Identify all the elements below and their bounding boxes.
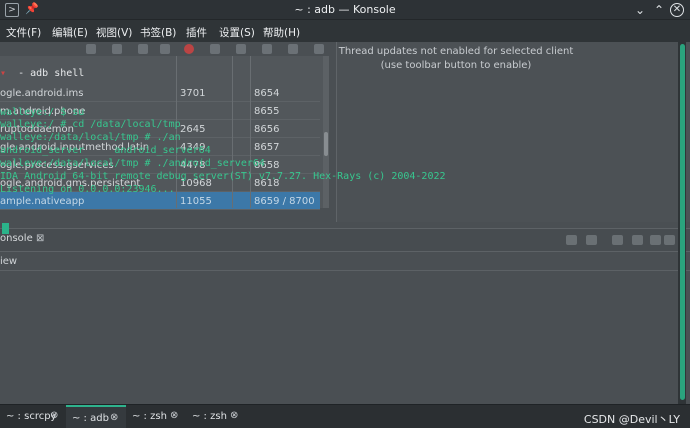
title-bar: > 📌 ~ : adb — Konsole ⌄ ⌃ ✕ xyxy=(0,0,690,20)
session-tab-label: ~ : zsh xyxy=(192,411,227,422)
session-tab[interactable]: ~ : zsh ⊗ xyxy=(186,405,246,428)
menu-bar: 文件(F) 编辑(E) 视图(V) 书签(B) 插件 设置(S) 帮助(H) xyxy=(0,21,690,42)
terminal-output[interactable]: ▾ - adb shell walleye:/ $ su walleye:/ # … xyxy=(0,42,670,248)
terminal-cursor-line xyxy=(0,222,670,236)
divider xyxy=(0,270,690,271)
session-tab-label: ~ : adb xyxy=(72,413,109,424)
window-title: ~ : adb — Konsole xyxy=(294,3,396,16)
terminal-tab-title: - adb shell xyxy=(18,67,85,79)
close-tab-icon[interactable]: ⊗ xyxy=(110,412,118,423)
terminal-line: walleye:/data/local/tmp # ./an xyxy=(0,132,181,144)
terminal-line: android_server android_server64 xyxy=(0,145,211,157)
terminal-line: walleye:/ $ su xyxy=(0,106,85,118)
terminal-tab-title-line: ▾ - adb shell xyxy=(0,67,85,79)
close-tab-icon[interactable]: ⊗ xyxy=(170,410,178,421)
watermark: CSDN @Devil丶LY xyxy=(583,413,680,426)
session-tab[interactable]: ~ : scrcpy ⊗ xyxy=(0,405,66,428)
terminal-line: walleye:/ # cd /data/local/tmp xyxy=(0,119,181,131)
terminal-cursor xyxy=(2,222,9,234)
session-tab[interactable]: ~ : adb ⊗ xyxy=(66,405,126,428)
view-label: iew xyxy=(0,256,18,267)
terminal-line: Listening on 0.0.0.0:23946... xyxy=(0,183,175,195)
menu-item[interactable]: 插件 xyxy=(186,25,207,40)
menu-item[interactable]: 文件(F) xyxy=(6,25,41,40)
minimize-chevron-icon[interactable]: ⌄ xyxy=(632,2,648,18)
close-tab-icon[interactable]: ⊗ xyxy=(230,410,238,421)
session-tab-label: ~ : scrcpy xyxy=(6,411,57,422)
menu-item[interactable]: 编辑(E) xyxy=(52,25,88,40)
terminal-scroll-thumb[interactable] xyxy=(680,44,685,400)
close-icon[interactable]: ✕ xyxy=(670,3,684,17)
session-tab-label: ~ : zsh xyxy=(132,411,167,422)
terminal-line: walleye:/data/local/tmp # ./android_serv… xyxy=(0,158,265,170)
maximize-chevron-icon[interactable]: ⌃ xyxy=(651,2,667,18)
session-tab[interactable]: ~ : zsh ⊗ xyxy=(126,405,186,428)
session-tabbar: CSDN @Devil丶LY ~ : scrcpy ⊗ ~ : adb ⊗ ~ : zs… xyxy=(0,404,690,428)
menu-item[interactable]: 视图(V) xyxy=(96,25,132,40)
menu-item[interactable]: 帮助(H) xyxy=(263,25,300,40)
menu-item[interactable]: 设置(S) xyxy=(219,25,255,40)
menu-item[interactable]: 书签(B) xyxy=(140,25,176,40)
close-tab-icon[interactable]: ⊗ xyxy=(50,410,58,421)
terminal-line: IDA Android 64-bit remote debug server(S… xyxy=(0,170,446,182)
